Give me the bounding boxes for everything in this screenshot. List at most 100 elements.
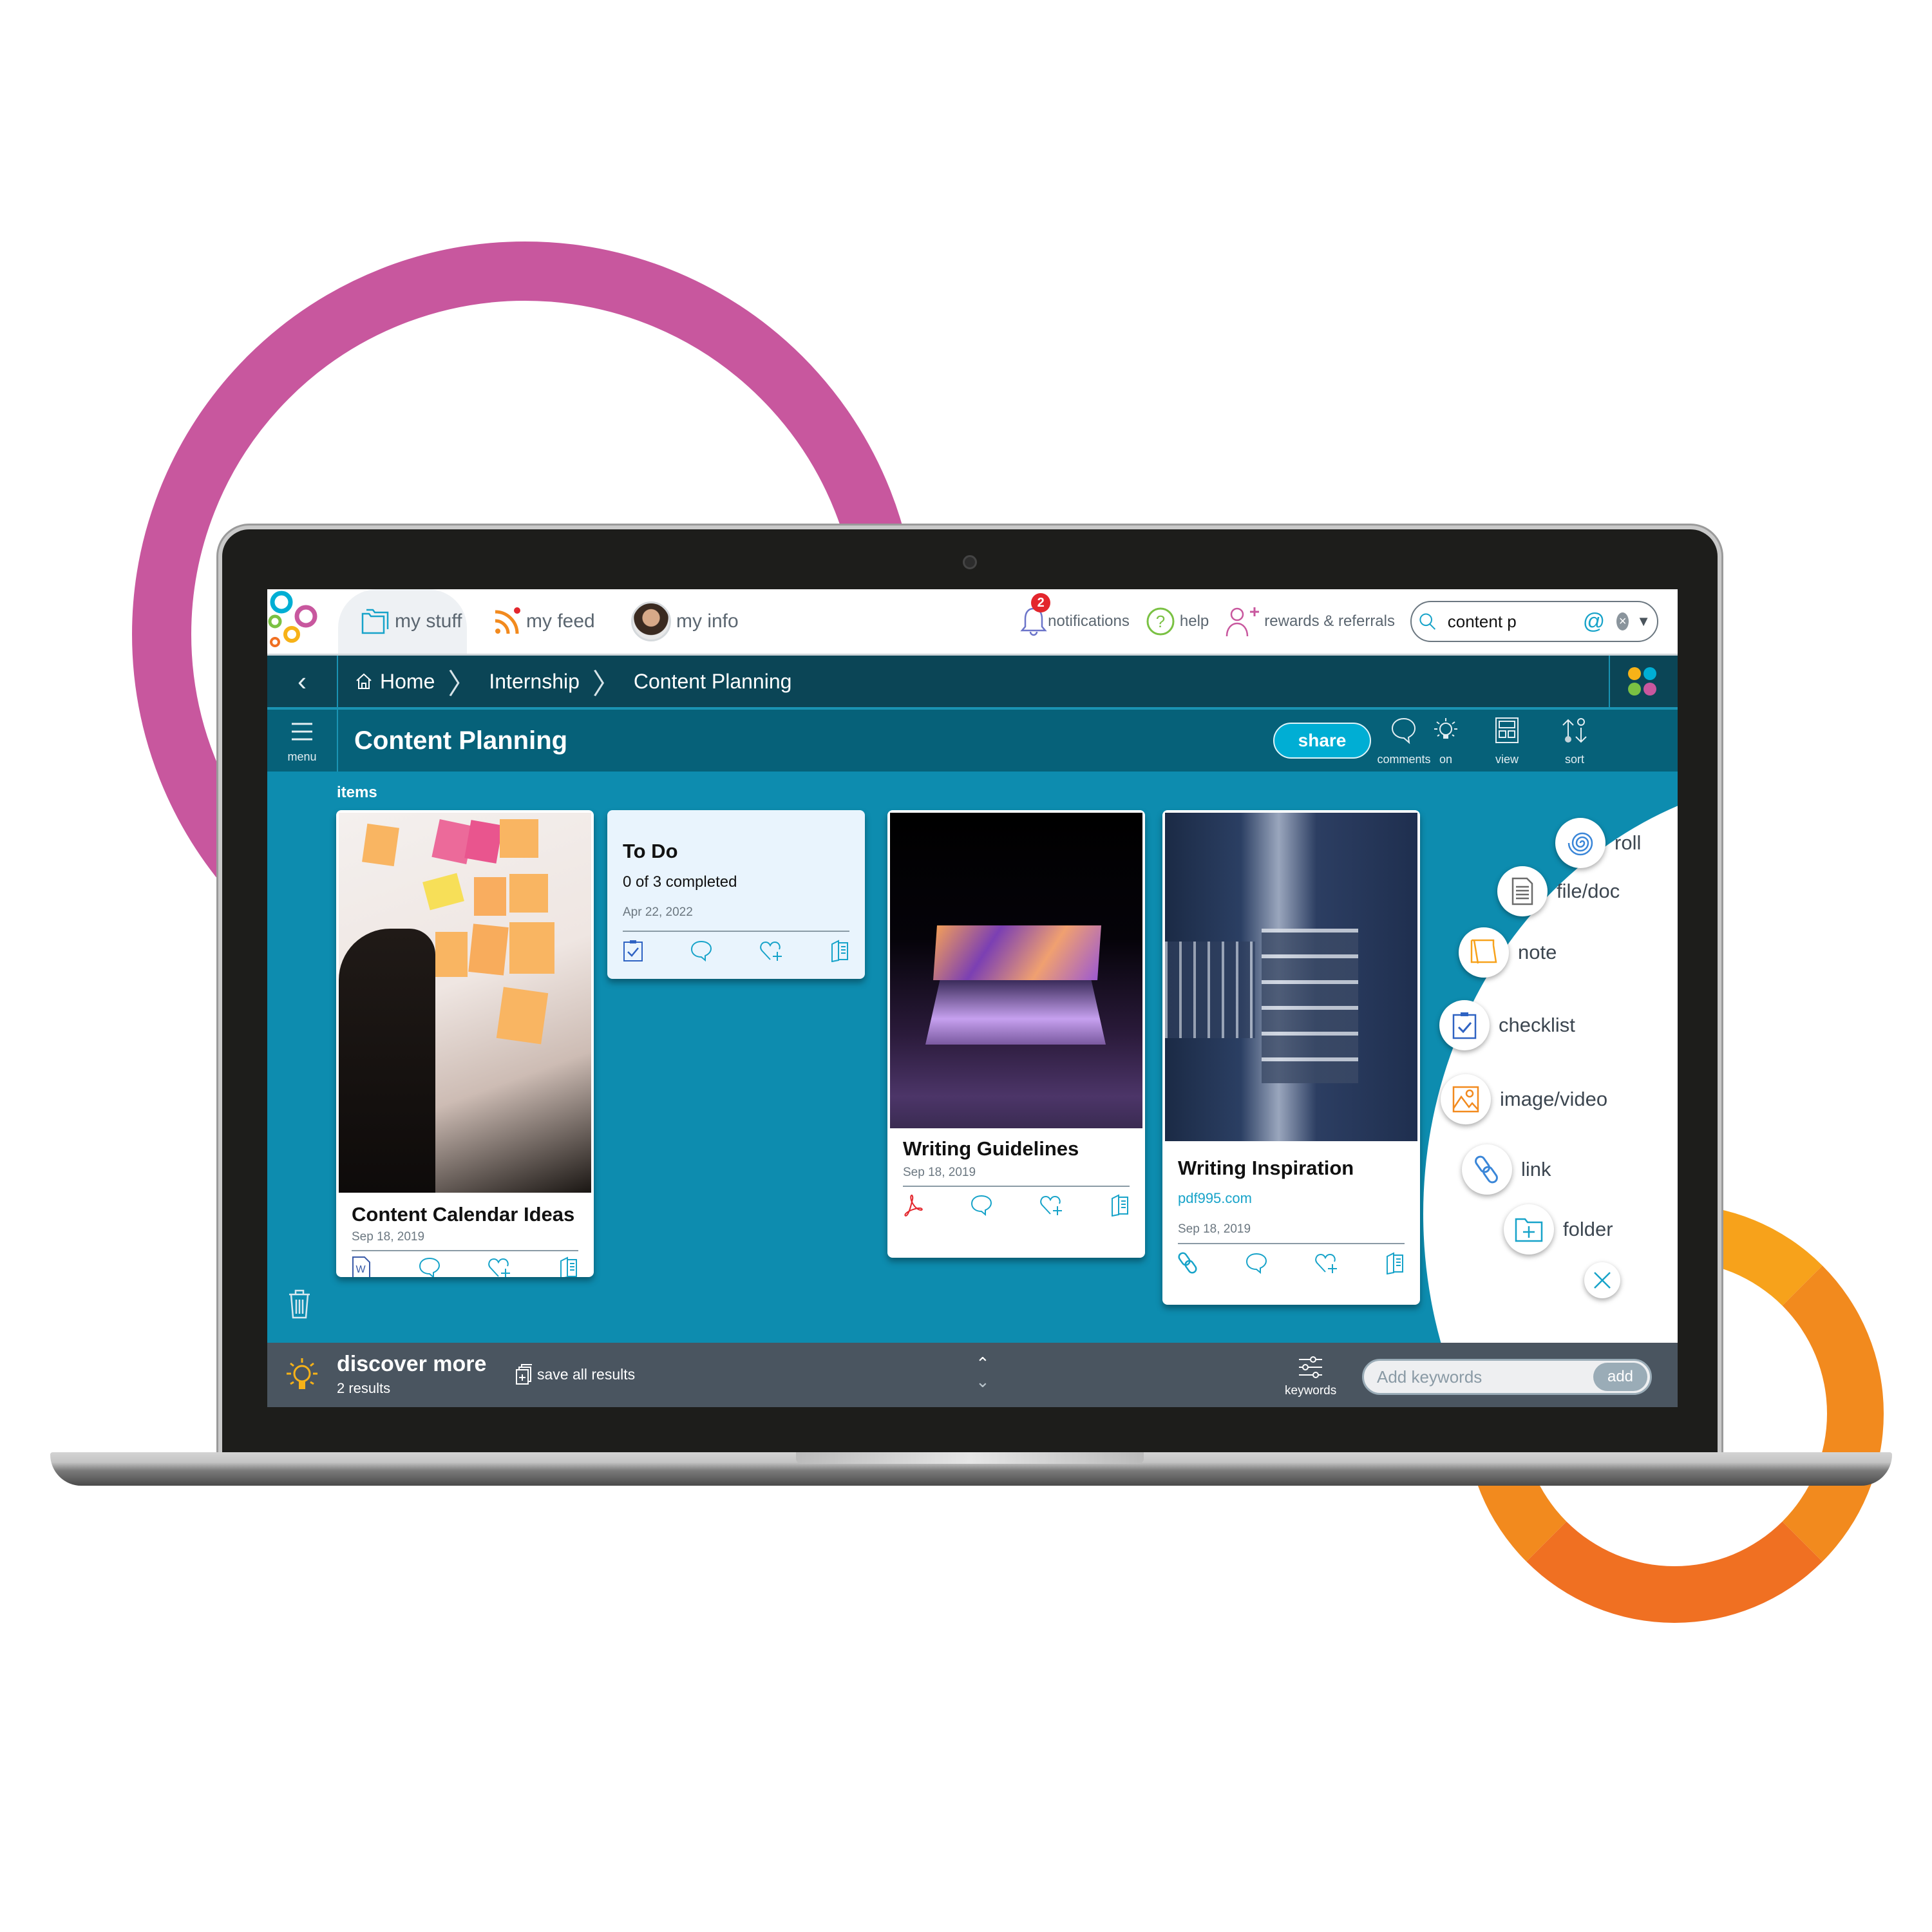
menu-button[interactable]: menu xyxy=(267,710,338,772)
card-divider xyxy=(1178,1243,1405,1244)
spiral-icon xyxy=(1567,832,1593,856)
share-button[interactable]: share xyxy=(1273,723,1371,759)
checklist-icon[interactable] xyxy=(623,939,643,962)
add-folder-option[interactable]: folder xyxy=(1504,1204,1613,1255)
card-title: To Do xyxy=(623,840,678,862)
add-link-option[interactable]: link xyxy=(1462,1144,1551,1195)
search-dropdown-icon[interactable]: ▼ xyxy=(1636,613,1651,630)
breadcrumb-separator: 〉 xyxy=(448,668,477,700)
open-book-icon[interactable] xyxy=(830,939,849,962)
item-card[interactable]: To Do 0 of 3 completed Apr 22, 2022 xyxy=(607,810,865,979)
tab-label: my feed xyxy=(526,611,595,632)
search-box: @ × ▼ xyxy=(1410,601,1658,642)
notifications-button[interactable]: 2 notifications xyxy=(1019,593,1130,638)
add-checklist-option[interactable]: checklist xyxy=(1439,1000,1575,1050)
notification-badge: 2 xyxy=(1031,593,1051,612)
tab-my-feed[interactable]: my feed xyxy=(493,589,595,654)
favorite-add-icon[interactable] xyxy=(488,1256,512,1277)
comment-icon[interactable] xyxy=(690,939,713,962)
app-logo[interactable] xyxy=(267,589,325,654)
option-label: file/doc xyxy=(1557,880,1620,902)
apps-launcher-button[interactable] xyxy=(1609,656,1678,707)
sort-button[interactable]: sort xyxy=(1549,716,1600,768)
add-image-video-option[interactable]: image/video xyxy=(1441,1074,1607,1124)
add-file-doc-option[interactable]: file/doc xyxy=(1497,866,1620,916)
open-book-icon[interactable] xyxy=(1385,1251,1405,1274)
breadcrumb-home[interactable]: Home xyxy=(380,670,435,694)
lightbulb-icon xyxy=(1434,718,1457,739)
tab-my-info[interactable]: my info xyxy=(631,589,739,654)
card-title: Content Calendar Ideas xyxy=(352,1203,575,1226)
keywords-filter-button[interactable]: keywords xyxy=(1285,1354,1336,1398)
help-icon: ? xyxy=(1146,607,1175,636)
tab-label: my stuff xyxy=(395,611,462,632)
sort-icon xyxy=(1562,718,1587,743)
lightbulb-toggle[interactable]: on xyxy=(1423,716,1468,768)
favorite-add-icon[interactable] xyxy=(759,939,784,962)
comment-icon[interactable] xyxy=(970,1193,993,1217)
help-button[interactable]: ? help xyxy=(1145,606,1209,637)
clear-search-button[interactable]: × xyxy=(1616,612,1629,630)
item-card[interactable]: Writing Guidelines Sep 18, 2019 xyxy=(887,810,1145,1258)
app-screen: my stuff my feed my info 2 notifications… xyxy=(267,589,1678,1407)
pdf-icon[interactable] xyxy=(903,1193,923,1217)
add-keyword-button[interactable]: add xyxy=(1593,1363,1647,1391)
card-date: Sep 18, 2019 xyxy=(352,1230,425,1244)
comment-icon[interactable] xyxy=(418,1256,441,1277)
apps-dot-icon xyxy=(1643,667,1656,680)
close-add-panel-button[interactable] xyxy=(1584,1262,1620,1298)
close-icon xyxy=(1594,1272,1611,1289)
page-title: Content Planning xyxy=(354,726,568,755)
item-card[interactable]: Writing Inspiration pdf995.com Sep 18, 2… xyxy=(1162,810,1420,1305)
laptop-image xyxy=(890,813,1142,1128)
item-card[interactable]: Content Calendar Ideas Sep 18, 2019 W xyxy=(336,810,594,1277)
chevron-up-icon: ⌃ xyxy=(976,1354,990,1373)
rewards-referrals-button[interactable]: rewards & referrals xyxy=(1224,605,1395,638)
save-all-results-button[interactable]: save all results xyxy=(515,1363,635,1385)
folders-icon xyxy=(361,609,389,634)
layout-icon xyxy=(1495,717,1519,743)
option-label: folder xyxy=(1563,1218,1613,1240)
open-book-icon[interactable] xyxy=(559,1256,578,1277)
chevron-down-icon: ⌄ xyxy=(976,1372,990,1391)
library-image xyxy=(1165,813,1417,1141)
card-date: Apr 22, 2022 xyxy=(623,905,693,919)
svg-text:?: ? xyxy=(1156,612,1165,631)
card-link[interactable]: pdf995.com xyxy=(1178,1190,1252,1207)
option-label: link xyxy=(1521,1158,1551,1180)
folder-add-icon xyxy=(1515,1218,1543,1242)
option-label: image/video xyxy=(1500,1088,1608,1110)
keywords-input[interactable] xyxy=(1376,1366,1591,1388)
home-icon xyxy=(356,673,372,689)
rewards-label: rewards & referrals xyxy=(1264,612,1395,630)
save-copy-icon xyxy=(516,1364,532,1385)
lightbulb-icon xyxy=(287,1358,317,1389)
card-progress: 0 of 3 completed xyxy=(623,873,737,891)
word-doc-icon[interactable]: W xyxy=(352,1256,371,1277)
view-button[interactable]: view xyxy=(1481,716,1533,768)
favorite-add-icon[interactable] xyxy=(1039,1193,1064,1217)
card-actions xyxy=(1178,1250,1405,1276)
trash-button[interactable] xyxy=(287,1288,312,1323)
lightbulb-label: on xyxy=(1439,753,1453,766)
search-input[interactable] xyxy=(1446,611,1571,632)
link-icon[interactable] xyxy=(1178,1251,1198,1274)
expand-collapse-toggle[interactable]: ⌃ ⌄ xyxy=(976,1354,990,1390)
discover-title: discover more xyxy=(337,1352,487,1376)
apps-dot-icon xyxy=(1628,683,1641,696)
add-roll-option[interactable]: roll xyxy=(1555,818,1641,868)
back-button[interactable]: ‹ xyxy=(267,656,338,707)
favorite-add-icon[interactable] xyxy=(1314,1251,1339,1274)
comment-icon[interactable] xyxy=(1245,1251,1268,1274)
discover-more-bar: discover more 2 results save all results… xyxy=(267,1343,1678,1407)
keywords-label: keywords xyxy=(1285,1384,1337,1397)
card-divider xyxy=(352,1250,578,1251)
tab-my-stuff[interactable]: my stuff xyxy=(338,589,467,654)
card-divider xyxy=(623,931,849,932)
add-note-option[interactable]: note xyxy=(1459,927,1557,978)
card-title: Writing Guidelines xyxy=(903,1137,1079,1160)
breadcrumb-internship[interactable]: Internship xyxy=(489,670,580,694)
mention-icon[interactable]: @ xyxy=(1583,609,1605,634)
laptop-hinge-notch xyxy=(796,1452,1144,1464)
open-book-icon[interactable] xyxy=(1110,1193,1130,1217)
